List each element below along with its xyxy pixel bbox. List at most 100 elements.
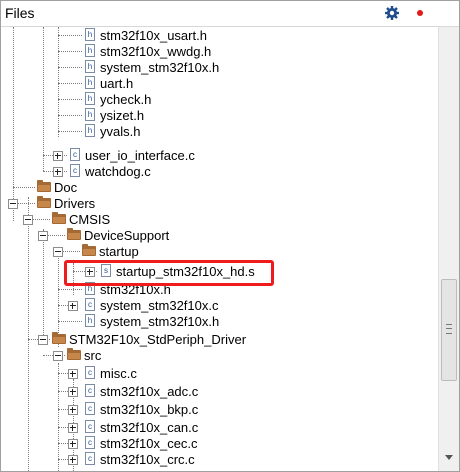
collapse-toggle[interactable] (23, 215, 33, 225)
expand-toggle[interactable] (68, 301, 78, 311)
c-file-icon: c (85, 436, 95, 449)
h-file-icon: h (85, 60, 95, 73)
c-file-icon: c (70, 164, 80, 177)
tree-row-label: stm32f10x_cec.c (100, 436, 198, 451)
c-file-icon: c (85, 420, 95, 433)
tree-row-label: ysizet.h (100, 108, 145, 123)
tree-row[interactable]: src (1, 347, 437, 364)
tree-row-label: Doc (54, 180, 78, 195)
tree-row-label: user_io_interface.c (85, 148, 195, 163)
tree-row[interactable]: c stm32f10x_bkp.c (1, 401, 437, 418)
collapse-toggle[interactable] (53, 351, 63, 361)
tree-row-label: stm32f10x_crc.c (100, 452, 195, 467)
tree-row[interactable]: h system_stm32f10x.h (1, 59, 437, 76)
tree-row-label: Drivers (54, 196, 96, 211)
tree-row[interactable]: h yvals.h (1, 123, 437, 140)
c-file-icon: c (70, 148, 80, 161)
tree-row-label: stm32f10x_bkp.c (100, 402, 199, 417)
expand-toggle[interactable] (53, 151, 63, 161)
c-file-icon: c (85, 366, 95, 379)
tree-row-label: ycheck.h (100, 92, 152, 107)
collapse-toggle[interactable] (53, 247, 63, 257)
tree-connector (58, 321, 82, 322)
tree-row[interactable]: Doc (1, 179, 437, 196)
tree-row[interactable]: c user_io_interface.c (1, 147, 437, 164)
tree-row-label: STM32F10x_StdPeriph_Driver (69, 332, 247, 347)
file-tree: h stm32f10x_usart.h h stm32f10x_wwdg.h h… (1, 27, 437, 471)
gear-icon[interactable] (384, 5, 400, 21)
tree-row[interactable]: h ycheck.h (1, 91, 437, 108)
tree-connector (58, 35, 82, 36)
tree-connector (58, 51, 82, 52)
tree-row-label: stm32f10x_adc.c (100, 384, 199, 399)
files-panel: Files h stm32f10x_usart.h h stm32f10x_ww… (0, 0, 460, 472)
tree-connector (58, 99, 82, 100)
tree-row[interactable]: h uart.h (1, 75, 437, 92)
expand-toggle[interactable] (68, 369, 78, 379)
tree-row-label: system_stm32f10x.c (100, 298, 219, 313)
tree-row[interactable]: c stm32f10x_adc.c (1, 383, 437, 400)
vertical-scrollbar[interactable] (438, 27, 459, 471)
tree-row[interactable]: h system_stm32f10x.h (1, 313, 437, 330)
tree-row[interactable]: CMSIS (1, 211, 437, 228)
tree-row[interactable]: c stm32f10x_crc.c (1, 451, 437, 468)
scroll-down-arrow-icon[interactable] (445, 455, 453, 460)
expand-toggle[interactable] (68, 439, 78, 449)
grip-icon (446, 324, 452, 334)
tree-row-label: stm32f10x_wwdg.h (100, 44, 212, 59)
tree-connector (58, 83, 82, 84)
tree-row[interactable]: c watchdog.c (1, 163, 437, 180)
expand-toggle[interactable] (68, 455, 78, 465)
tree-row[interactable]: STM32F10x_StdPeriph_Driver (1, 331, 437, 348)
c-file-icon: c (85, 402, 95, 415)
tree-row-label: startup (99, 244, 139, 259)
expand-toggle[interactable] (68, 405, 78, 415)
tree-row[interactable]: h ysizet.h (1, 107, 437, 124)
tree-row-label: system_stm32f10x.h (100, 314, 220, 329)
tree-connector (58, 67, 82, 68)
tree-row[interactable]: c stm32f10x_cec.c (1, 435, 437, 452)
tree-row-label: stm32f10x_usart.h (100, 28, 207, 43)
tree-row[interactable]: Drivers (1, 195, 437, 212)
h-file-icon: h (85, 124, 95, 137)
folder-icon (82, 244, 96, 256)
tree-row-label: CMSIS (69, 212, 111, 227)
tree-row[interactable]: c misc.c (1, 365, 437, 382)
h-file-icon: h (85, 108, 95, 121)
tree-connector (13, 187, 35, 188)
folder-icon (37, 180, 51, 192)
tree-connector (58, 115, 82, 116)
tree-row-label: uart.h (100, 76, 134, 91)
folder-icon (52, 212, 66, 224)
tree-row-label: DeviceSupport (84, 228, 170, 243)
red-dot-icon[interactable] (417, 10, 423, 16)
highlight-box (64, 260, 274, 286)
expand-toggle[interactable] (68, 423, 78, 433)
tree-row-label: stm32f10x_can.c (100, 420, 199, 435)
tree-row[interactable]: c stm32f10x_can.c (1, 419, 437, 436)
h-file-icon: h (85, 314, 95, 327)
expand-toggle[interactable] (53, 167, 63, 177)
panel-header: Files (1, 1, 459, 27)
scrollbar-thumb[interactable] (441, 279, 457, 381)
collapse-toggle[interactable] (8, 199, 18, 209)
tree-row-label: watchdog.c (85, 164, 151, 179)
expand-toggle[interactable] (68, 387, 78, 397)
tree-row-label: src (84, 348, 102, 363)
c-file-icon: c (85, 298, 95, 311)
tree-row[interactable]: h stm32f10x_wwdg.h (1, 43, 437, 60)
panel-title: Files (5, 5, 35, 21)
h-file-icon: h (85, 28, 95, 41)
tree-row[interactable]: startup (1, 243, 437, 260)
h-file-icon: h (85, 76, 95, 89)
tree-row[interactable]: DeviceSupport (1, 227, 437, 244)
c-file-icon: c (85, 452, 95, 465)
folder-icon (52, 332, 66, 344)
collapse-toggle[interactable] (38, 335, 48, 345)
collapse-toggle[interactable] (38, 231, 48, 241)
h-file-icon: h (85, 92, 95, 105)
tree-row[interactable]: c system_stm32f10x.c (1, 297, 437, 314)
tree-row[interactable]: h stm32f10x_usart.h (1, 27, 437, 44)
tree-connector (58, 289, 82, 290)
tree-connector (58, 131, 82, 132)
